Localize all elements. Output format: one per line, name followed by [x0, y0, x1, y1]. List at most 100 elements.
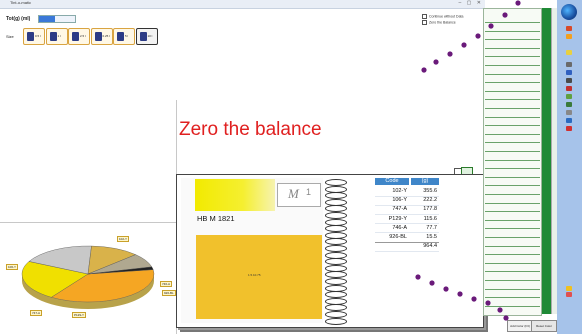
- pie-label: 926-BL: [162, 290, 176, 296]
- book-right-page: Code (g) 102-Y 355.6 106-Y 222.2 747-A 177.8 P12…: [347, 178, 481, 323]
- total-progress-fill: [39, 16, 56, 22]
- list-item[interactable]: [485, 290, 540, 299]
- list-item[interactable]: [485, 49, 540, 58]
- checkbox-box[interactable]: [422, 14, 427, 19]
- list-item[interactable]: [485, 187, 540, 195]
- list-item[interactable]: [485, 24, 540, 32]
- spiral-ring: [325, 179, 347, 186]
- pie-label: 106-Y: [6, 264, 19, 270]
- size-button[interactable]: 5 l: [113, 28, 135, 45]
- formula-code: [375, 242, 407, 251]
- continue-without-data-checkbox[interactable]: Continue without Data: [422, 14, 463, 19]
- list-item[interactable]: [485, 256, 540, 264]
- window-controls[interactable]: – ▢ ✕: [459, 0, 483, 6]
- size-button-label: 5 l: [125, 34, 129, 38]
- list-item[interactable]: [485, 247, 540, 256]
- sidebar-tool-icon[interactable]: [566, 78, 572, 83]
- list-item[interactable]: [485, 84, 540, 92]
- list-item[interactable]: [485, 32, 540, 41]
- sidebar-tool-icon[interactable]: [566, 118, 572, 123]
- sidebar-tool-icon[interactable]: [566, 286, 572, 291]
- list-item[interactable]: [485, 178, 540, 187]
- size-button-label: 2.5 l: [80, 34, 86, 38]
- globe-icon[interactable]: [561, 4, 577, 20]
- window-title: Tint-o-matic: [10, 0, 31, 5]
- size-button-label: 1 l: [57, 34, 61, 38]
- guide-dot: [461, 42, 467, 48]
- formula-header: Code: [375, 178, 409, 185]
- list-item[interactable]: [485, 67, 540, 75]
- sidebar-tool-icon[interactable]: [566, 110, 572, 115]
- size-button[interactable]: 10 l: [135, 28, 158, 45]
- guide-dot: [475, 33, 481, 39]
- sidebar-tool-icon[interactable]: [566, 292, 572, 297]
- list-item[interactable]: [485, 230, 540, 238]
- sidebar-tool-icon[interactable]: [566, 94, 572, 99]
- list-item[interactable]: [485, 92, 540, 101]
- list-item[interactable]: [485, 127, 540, 135]
- list-item[interactable]: [485, 264, 540, 273]
- formula-code: 102-Y: [392, 188, 407, 194]
- instruction-headline: Zero the balance: [179, 119, 322, 140]
- list-item[interactable]: [485, 299, 540, 307]
- list-item[interactable]: [485, 110, 540, 118]
- list-item[interactable]: [485, 144, 540, 152]
- pie-label: 102-Y: [117, 236, 130, 242]
- size-button[interactable]: 0.5 l: [23, 28, 45, 45]
- sidebar-tool-icon[interactable]: [566, 34, 572, 39]
- list-item[interactable]: [485, 15, 540, 23]
- add-color-tab[interactable]: Add Color (F3): [507, 320, 533, 332]
- sidebar-tool-icon[interactable]: [566, 50, 572, 55]
- list-item[interactable]: [485, 170, 540, 178]
- size-button[interactable]: 2.5 l: [68, 28, 90, 45]
- list-item[interactable]: [485, 282, 540, 290]
- zero-balance-checkbox[interactable]: Zero the Balance: [422, 20, 456, 25]
- list-item[interactable]: [485, 153, 540, 161]
- reset-color-tab[interactable]: Reset Color: [531, 320, 557, 332]
- guide-dot: [421, 67, 427, 73]
- formula-code: P129-Y: [388, 215, 407, 222]
- list-item[interactable]: [485, 58, 540, 66]
- formula-grams: 177.8: [423, 206, 437, 213]
- title-bar: Tint-o-matic – ▢ ✕: [0, 0, 485, 9]
- list-item[interactable]: [485, 75, 540, 84]
- list-item[interactable]: [485, 101, 540, 109]
- color-list-panel[interactable]: [483, 8, 542, 316]
- list-item[interactable]: [485, 196, 540, 204]
- list-item[interactable]: [485, 239, 540, 247]
- guide-dot: [433, 59, 439, 65]
- sidebar-tool-icon[interactable]: [566, 26, 572, 31]
- formula-pie-chart: [21, 245, 155, 309]
- list-item[interactable]: [485, 273, 540, 281]
- size-button[interactable]: 0.25 l: [90, 28, 113, 45]
- pie-label: 746-A: [160, 281, 173, 287]
- list-item[interactable]: [485, 221, 540, 230]
- list-item[interactable]: [485, 135, 540, 144]
- sidebar-tool-icon[interactable]: [566, 70, 572, 75]
- list-scrollbar[interactable]: [542, 8, 551, 314]
- sidebar-tool-icon[interactable]: [566, 102, 572, 107]
- list-item[interactable]: [485, 161, 540, 170]
- sidebar-tool-icon[interactable]: [566, 86, 572, 91]
- sidebar-tool-icon[interactable]: [566, 126, 572, 131]
- guide-dot: [515, 0, 521, 6]
- total-progress-field: [38, 15, 76, 23]
- size-button[interactable]: 1 l: [45, 28, 68, 45]
- checkbox-box[interactable]: [422, 20, 427, 25]
- formula-grams: 15.5: [426, 234, 437, 240]
- pie-label: P129-Y: [72, 312, 87, 318]
- spiral-ring: [325, 212, 347, 219]
- sidebar-tool-icon[interactable]: [566, 62, 572, 67]
- checkbox-label: Continue without Data: [429, 14, 464, 19]
- list-item[interactable]: [485, 204, 540, 213]
- paint-can-icon: [72, 32, 79, 41]
- list-item[interactable]: [485, 118, 540, 127]
- swatch-tag: 1.5.10.75: [248, 273, 261, 277]
- size-button-label: 0.5 l: [35, 34, 41, 38]
- list-item[interactable]: [485, 41, 540, 49]
- color-strip: [195, 179, 275, 211]
- formula-grams: 222.2: [423, 197, 437, 204]
- list-item[interactable]: [485, 213, 540, 221]
- brand-logo: M 1: [277, 183, 321, 207]
- paint-can-icon: [117, 32, 124, 41]
